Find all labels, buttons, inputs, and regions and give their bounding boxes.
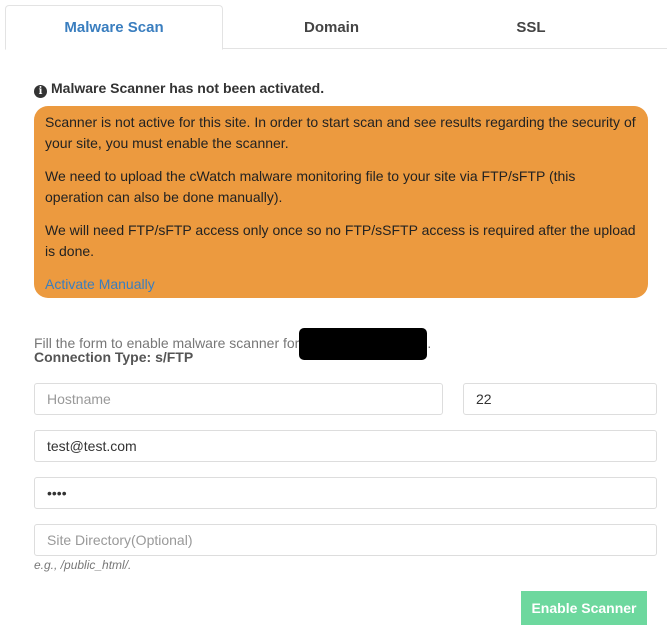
username-input[interactable] [34,430,657,462]
scanner-notice: i Malware Scanner has not been activated. [34,80,324,98]
intro-end: . [427,335,432,351]
warning-alert: Scanner is not active for this site. In … [34,106,648,298]
alert-paragraph: We will need FTP/sFTP access only once s… [45,222,636,259]
site-directory-input[interactable] [34,524,657,556]
notice-text: Malware Scanner has not been activated. [51,80,325,96]
directory-hint: e.g., /public_html/. [34,558,132,572]
alert-paragraph: Scanner is not active for this site. In … [45,114,636,151]
port-input[interactable] [463,383,657,415]
enable-scanner-button[interactable]: Enable Scanner [521,591,647,625]
redacted-domain [299,328,428,360]
tab-ssl[interactable]: SSL [440,5,622,49]
tab-malware-scan[interactable]: Malware Scan [5,5,223,50]
tab-domain[interactable]: Domain [223,5,440,49]
alert-paragraph: We need to upload the cWatch malware mon… [45,168,576,205]
tab-bar: Malware Scan Domain SSL [5,5,667,50]
connection-type: Connection Type: s/FTP [34,349,194,365]
password-input[interactable] [34,477,657,509]
hostname-input[interactable] [34,383,443,415]
info-icon: i [34,85,47,98]
activate-manually-link[interactable]: Activate Manually [45,276,155,292]
